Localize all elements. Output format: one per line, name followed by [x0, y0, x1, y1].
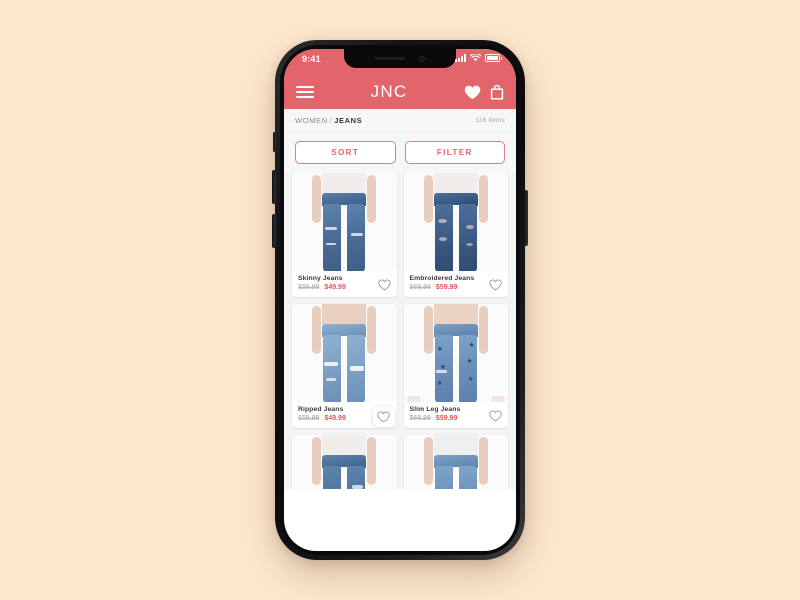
product-card[interactable]: Ripped Jeans $59.99 $49.99 [292, 304, 397, 428]
hamburger-menu-icon[interactable] [296, 85, 314, 99]
product-image [292, 304, 397, 402]
wishlist-heart-outline-icon[interactable] [377, 278, 392, 292]
app-bar: JNC [284, 75, 516, 109]
phone-mockup: 9:41 JNC WOMEN / JEANS 116 items SORT FI… [272, 40, 528, 560]
product-image: ★ ★ ★ ★ ★ ★ [403, 304, 508, 402]
status-indicators [455, 54, 502, 62]
product-old-price: $69.99 [409, 415, 431, 422]
product-old-price: $69.99 [409, 284, 431, 291]
breadcrumb-current: JEANS [334, 116, 363, 125]
breadcrumb-bar: WOMEN / JEANS 116 items [284, 109, 516, 133]
product-info: Slim Leg Jeans $69.99 $59.99 [404, 402, 509, 428]
product-old-price: $59.99 [298, 284, 320, 291]
product-image [292, 435, 397, 489]
breadcrumb: WOMEN / JEANS [295, 116, 362, 125]
status-time: 9:41 [302, 54, 321, 64]
product-info: Skinny Jeans $59.99 $49.99 [292, 271, 397, 297]
sort-button[interactable]: SORT [295, 141, 396, 164]
product-info: Embroidered Jeans $69.99 $59.99 [404, 271, 509, 297]
heart-filled-icon[interactable] [464, 85, 481, 100]
front-camera-icon [419, 55, 425, 62]
wishlist-heart-outline-icon[interactable] [488, 409, 503, 423]
shopping-bag-icon[interactable] [490, 84, 504, 100]
cellular-signal-icon [455, 54, 466, 62]
notch [344, 49, 456, 68]
product-info: Ripped Jeans $59.99 $49.99 [292, 402, 397, 428]
breadcrumb-separator: / [329, 116, 333, 125]
product-sale-price: $49.99 [324, 415, 346, 422]
wishlist-heart-outline-icon[interactable] [488, 278, 503, 292]
wishlist-heart-outline-icon[interactable] [372, 407, 395, 427]
product-image [403, 435, 508, 489]
product-card[interactable]: ★ ★ ★ ★ ★ ★ Slim Leg Jeans $69.99 $59.99 [403, 304, 509, 428]
product-sale-price: $49.99 [324, 284, 346, 291]
status-bar: 9:41 [284, 49, 516, 75]
product-image [292, 173, 397, 271]
volume-up-button[interactable] [272, 170, 276, 204]
sort-filter-bar: SORT FILTER [284, 133, 516, 173]
battery-icon [485, 54, 502, 62]
wifi-icon [470, 54, 481, 62]
filter-button[interactable]: FILTER [404, 141, 505, 164]
product-image [403, 173, 508, 271]
product-card[interactable]: Cuffed Jeans [403, 435, 508, 489]
product-card[interactable]: Straight Leg Jeans [292, 435, 397, 489]
silent-switch-button[interactable] [273, 132, 276, 152]
phone-screen: 9:41 JNC WOMEN / JEANS 116 items SORT FI… [284, 49, 516, 551]
product-card[interactable]: Embroidered Jeans $69.99 $59.99 [403, 173, 509, 297]
product-grid: Skinny Jeans $59.99 $49.99 Embroidered J… [292, 173, 508, 489]
power-button[interactable] [524, 190, 528, 246]
volume-down-button[interactable] [272, 214, 276, 248]
product-sale-price: $59.99 [435, 415, 458, 422]
app-bar-actions [464, 84, 504, 100]
product-grid-area[interactable]: Skinny Jeans $59.99 $49.99 Embroidered J… [284, 173, 516, 489]
product-sale-price: $59.99 [435, 284, 458, 291]
product-card[interactable]: Skinny Jeans $59.99 $49.99 [292, 173, 397, 297]
items-count: 116 items [475, 117, 505, 124]
product-old-price: $59.99 [298, 415, 320, 422]
breadcrumb-parent[interactable]: WOMEN [295, 116, 328, 125]
brand-logo[interactable]: JNC [371, 82, 408, 102]
earpiece-speaker-icon [375, 57, 405, 60]
